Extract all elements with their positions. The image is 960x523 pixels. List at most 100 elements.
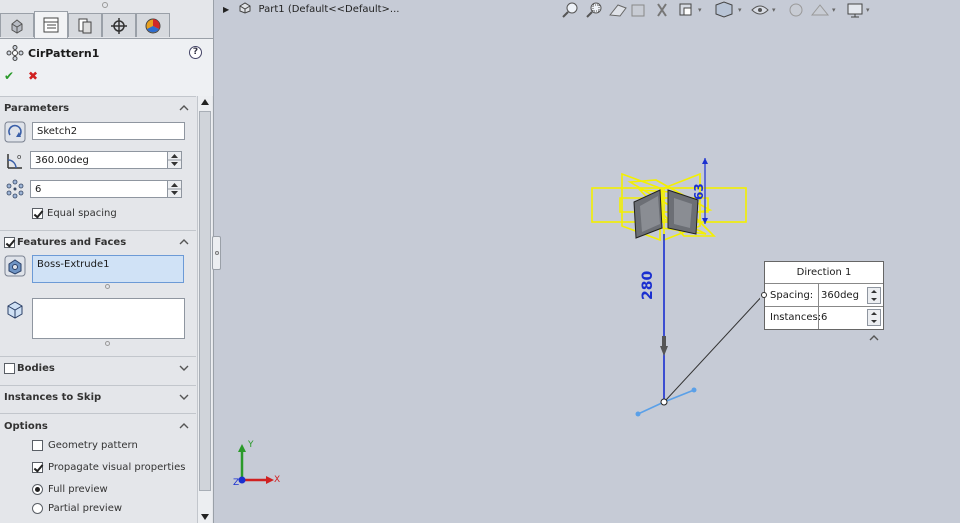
features-to-pattern-icon — [4, 255, 26, 277]
list-resize-grip[interactable] — [105, 284, 110, 289]
cancel-button[interactable]: ✖ — [28, 69, 38, 83]
scroll-down-icon[interactable] — [200, 513, 210, 521]
chevron-down-icon[interactable] — [178, 363, 190, 373]
property-manager-panel: CirPattern1 ? ✔ ✖ Parameters Sketch2 o 3… — [0, 0, 214, 523]
previous-view-icon[interactable] — [609, 4, 627, 17]
chevron-up-icon[interactable] — [178, 103, 190, 113]
property-manager-header: CirPattern1 ? ✔ ✖ — [0, 38, 213, 96]
heads-up-toolbar: ▾ ▾ ▾ ▾ ▾ — [562, 1, 870, 18]
spacing-label: Spacing: — [770, 290, 814, 301]
chevron-up-icon[interactable] — [178, 237, 190, 247]
full-preview-radio[interactable] — [32, 484, 43, 495]
scrollbar-thumb[interactable] — [199, 111, 211, 491]
collapse-callout-icon[interactable] — [868, 333, 880, 343]
svg-text:▾: ▾ — [866, 6, 870, 14]
propagate-visual-checkbox[interactable] — [32, 462, 43, 473]
instances-field[interactable]: 6 — [30, 180, 168, 198]
sketch-point — [635, 411, 641, 417]
spinner-arrows-icon — [871, 290, 877, 301]
callout-instances-field[interactable]: 6 — [821, 312, 827, 323]
tab-property-manager[interactable] — [34, 11, 68, 38]
display-style-icon[interactable] — [715, 1, 733, 18]
bodies-checkbox[interactable] — [4, 363, 15, 374]
equal-spacing-label: Equal spacing — [47, 208, 117, 219]
faces-to-pattern-icon — [7, 301, 23, 319]
direction-callout: Direction 1 Spacing: 360deg Instances: 6 — [761, 261, 884, 330]
help-button[interactable]: ? — [189, 46, 202, 59]
section-view-icon[interactable] — [631, 4, 645, 17]
view-settings-icon[interactable] — [847, 3, 863, 18]
options-section-title[interactable]: Options — [4, 421, 48, 432]
display-manager-icon — [145, 18, 161, 33]
expand-arrow-icon[interactable]: ▶ — [223, 5, 229, 14]
spacing-spinner[interactable] — [867, 287, 881, 304]
instances-spinner[interactable] — [867, 309, 881, 326]
dimension-arrow-stem — [662, 336, 666, 346]
partial-preview-radio[interactable] — [32, 503, 43, 514]
dimension-63-label[interactable]: 63 — [692, 180, 706, 200]
callout-row-divider — [765, 306, 883, 307]
ok-button[interactable]: ✔ — [4, 69, 14, 83]
chevron-down-icon[interactable] — [178, 392, 190, 402]
triad-y-label: Y — [248, 440, 254, 450]
tab-display-manager[interactable] — [136, 13, 170, 37]
zoom-to-fit-icon[interactable] — [562, 2, 578, 18]
dynamic-annotation-icon[interactable] — [657, 3, 667, 17]
angle-field[interactable]: 360.00deg — [30, 151, 168, 169]
view-orientation-icon[interactable] — [679, 3, 692, 16]
instances-to-skip-section-title[interactable]: Instances to Skip — [4, 392, 101, 403]
feature-tree-icon — [11, 18, 23, 34]
tab-configuration-manager[interactable] — [68, 13, 102, 37]
instances-spinner[interactable] — [167, 180, 182, 198]
parameters-section-title[interactable]: Parameters — [4, 103, 69, 114]
pattern-axis-field[interactable]: Sketch2 — [32, 122, 185, 140]
apply-scene-icon[interactable] — [810, 4, 830, 16]
features-to-pattern-list[interactable]: Boss-Extrude1 — [32, 255, 184, 283]
svg-text:▾: ▾ — [772, 6, 776, 14]
feature-title: CirPattern1 — [28, 47, 100, 60]
features-faces-checkbox[interactable] — [4, 237, 15, 248]
dimxpert-icon — [111, 17, 127, 34]
scroll-up-icon[interactable] — [200, 98, 210, 106]
edit-appearance-icon[interactable] — [789, 3, 803, 17]
axis-selector-icon — [4, 121, 26, 143]
dimension-arrow-icon — [702, 158, 708, 164]
full-preview-label: Full preview — [48, 484, 108, 495]
sketch-point — [691, 387, 697, 393]
features-faces-section-title[interactable]: Features and Faces — [17, 237, 126, 248]
callout-leader-line — [665, 297, 760, 401]
chevron-up-icon[interactable] — [178, 421, 190, 431]
angle-spinner[interactable] — [167, 151, 182, 169]
equal-spacing-checkbox[interactable] — [32, 208, 43, 219]
breadcrumb-text[interactable]: Part1 (Default<<Default>... — [259, 4, 400, 15]
breadcrumb[interactable]: ▶ Part1 (Default<<Default>... — [223, 2, 399, 15]
angle-icon: o — [7, 153, 22, 169]
geometry-pattern-checkbox[interactable] — [32, 440, 43, 451]
divider — [0, 96, 196, 97]
dimension-arrow-icon — [702, 218, 708, 224]
tab-dimxpert-manager[interactable] — [102, 13, 136, 37]
geometry-pattern-label: Geometry pattern — [48, 440, 138, 451]
hide-show-items-icon[interactable] — [751, 5, 769, 15]
circular-pattern-icon — [6, 45, 24, 61]
panel-top-grip[interactable] — [102, 2, 108, 8]
property-manager-icon — [43, 17, 59, 33]
tab-feature-manager[interactable] — [0, 13, 34, 37]
spinner-arrows-icon — [168, 154, 181, 166]
propagate-visual-label: Propagate visual properties — [48, 462, 186, 473]
divider — [0, 385, 196, 386]
bodies-section-title[interactable]: Bodies — [17, 363, 55, 374]
svg-text:o: o — [17, 153, 21, 161]
faces-to-pattern-list[interactable] — [32, 298, 185, 339]
list-resize-grip[interactable] — [105, 341, 110, 346]
spinner-arrows-icon — [168, 183, 181, 195]
zoom-to-area-icon[interactable] — [586, 2, 602, 18]
partial-preview-label: Partial preview — [48, 503, 123, 514]
spacing-field[interactable]: 360deg — [821, 290, 859, 301]
dimension-280-label[interactable]: 280 — [640, 270, 656, 300]
panel-scrollbar[interactable] — [197, 96, 212, 523]
sketch-line — [663, 389, 695, 403]
manager-tabs — [0, 10, 213, 38]
svg-text:▾: ▾ — [738, 6, 742, 14]
svg-text:▾: ▾ — [832, 6, 836, 14]
